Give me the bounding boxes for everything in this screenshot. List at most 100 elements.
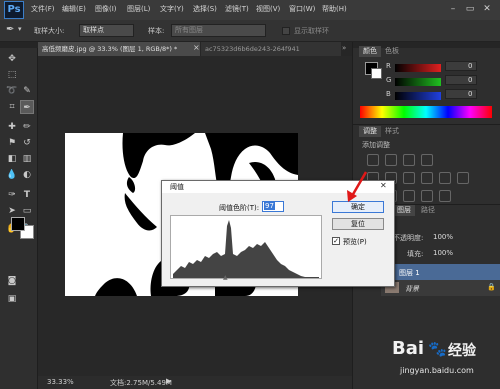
channel-b-slider[interactable]	[395, 92, 441, 100]
tabs-overflow-icon[interactable]: »	[342, 44, 346, 52]
levels-icon[interactable]	[385, 154, 397, 166]
eyedropper-icon[interactable]: ✒	[20, 100, 34, 114]
window-close-icon[interactable]: ✕	[481, 3, 493, 15]
opacity-label: 不透明度:	[393, 234, 424, 242]
lasso-icon[interactable]: ➰	[5, 84, 19, 98]
tab-close-icon[interactable]: ×	[193, 43, 200, 52]
channel-r-value: 0	[468, 62, 473, 70]
eraser-icon[interactable]: ◧	[5, 152, 19, 166]
exposure-icon[interactable]	[421, 154, 433, 166]
panel-divider	[353, 124, 500, 125]
histogram: ▲	[170, 215, 322, 281]
photoshop-logo: Ps	[4, 1, 24, 19]
marquee-icon[interactable]: ⬚	[5, 68, 19, 82]
show-ring-checkbox[interactable]	[282, 27, 290, 35]
channel-g-slider[interactable]	[395, 78, 441, 86]
minimize-icon[interactable]: –	[447, 3, 459, 15]
channel-g-label: G	[386, 76, 392, 84]
opacity-value[interactable]: 100%	[433, 233, 453, 241]
tab-inactive-document[interactable]: ac75323d6b6de243-264f941	[201, 42, 341, 56]
color-balance-icon[interactable]	[403, 172, 415, 184]
menu-help[interactable]: 帮助(H)	[322, 4, 347, 14]
shape-icon[interactable]: ▭	[20, 204, 34, 218]
channel-b-input[interactable]: 0	[445, 89, 477, 99]
quick-mask-icon[interactable]: ◙	[5, 274, 19, 288]
sample-select[interactable]: 所有图层	[171, 24, 266, 37]
tab-active-document[interactable]: 高低频磨皮.jpg @ 33.3% (图层 1, RGB/8*) *	[38, 42, 200, 56]
threshold-level-input[interactable]: 97	[262, 201, 284, 212]
curves-icon[interactable]	[403, 154, 415, 166]
photo-filter-icon[interactable]	[439, 172, 451, 184]
brightness-icon[interactable]	[367, 154, 379, 166]
channel-r-slider[interactable]	[395, 64, 441, 72]
tool-preset-arrow-icon[interactable]: ▾	[18, 25, 22, 33]
stamp-icon[interactable]: ⚑	[5, 136, 19, 150]
blur-icon[interactable]: 💧	[5, 168, 19, 182]
watermark-url: jingyan.baidu.com	[400, 366, 474, 375]
tab-swatches[interactable]: 色板	[381, 46, 403, 57]
screen-mode-icon[interactable]: ▣	[5, 292, 19, 306]
toolbar-grip[interactable]	[0, 42, 38, 48]
threshold-level-label: 阈值色阶(T):	[219, 204, 260, 212]
eyedropper-options-icon[interactable]: ✒	[6, 24, 14, 35]
menu-window[interactable]: 窗口(W)	[289, 4, 315, 14]
document-info: 文档:2.75M/5.49M	[110, 379, 172, 387]
tab-styles[interactable]: 样式	[381, 126, 403, 137]
crop-icon[interactable]: ⌗	[5, 100, 19, 114]
move-icon[interactable]: ✥	[5, 52, 19, 66]
foreground-color-swatch[interactable]	[11, 217, 25, 231]
zoom-level[interactable]: 33.33%	[47, 378, 74, 386]
type-icon[interactable]: T	[20, 188, 34, 202]
gradient-icon[interactable]: ▥	[20, 152, 34, 166]
fill-value[interactable]: 100%	[433, 249, 453, 257]
color-spectrum-bar[interactable]	[360, 106, 492, 118]
reset-button[interactable]: 复位	[332, 218, 384, 230]
menu-bar: Ps 文件(F) 编辑(E) 图像(I) 图层(L) 文字(Y) 选择(S) 滤…	[0, 0, 500, 20]
menu-filter[interactable]: 滤镜(T)	[225, 4, 249, 14]
menu-edit[interactable]: 编辑(E)	[62, 4, 86, 14]
adjustments-title: 添加调整	[362, 141, 390, 149]
paw-icon: 🐾	[428, 340, 447, 358]
histogram-graph	[173, 220, 319, 278]
quick-select-icon[interactable]: ✎	[20, 84, 34, 98]
show-ring-label: 显示取样环	[294, 27, 329, 35]
pen-icon[interactable]: ✑	[5, 188, 19, 202]
layer-row-selected[interactable]: 图层 1	[393, 264, 500, 280]
layer-row[interactable]: 背景 🔒	[381, 280, 500, 296]
history-brush-icon[interactable]: ↺	[20, 136, 34, 150]
menu-select[interactable]: 选择(S)	[193, 4, 217, 14]
tab-adjustments[interactable]: 调整	[359, 126, 381, 137]
color-background-swatch[interactable]	[371, 68, 382, 79]
preview-label: 预览(P)	[343, 238, 367, 246]
menu-type[interactable]: 文字(Y)	[160, 4, 184, 14]
preview-checkbox[interactable]: ✓	[332, 237, 340, 245]
tab-color[interactable]: 颜色	[359, 46, 381, 57]
menu-view[interactable]: 视图(V)	[256, 4, 280, 14]
tab-label-2: ac75323d6b6de243-264f941	[205, 45, 300, 53]
channel-r-input[interactable]: 0	[445, 61, 477, 71]
brush-icon[interactable]: ✏	[20, 120, 34, 134]
selective-color-icon[interactable]	[439, 190, 451, 202]
sample-value: 所有图层	[175, 26, 203, 34]
dodge-icon[interactable]: ◐	[20, 168, 34, 182]
channel-mixer-icon[interactable]	[457, 172, 469, 184]
menu-layer[interactable]: 图层(L)	[127, 4, 150, 14]
sample-size-select[interactable]: 取样点	[79, 24, 134, 37]
channel-r-label: R	[386, 62, 391, 70]
menu-file[interactable]: 文件(F)	[31, 4, 55, 14]
dialog-close-icon[interactable]: ✕	[380, 181, 387, 190]
channel-b-label: B	[386, 90, 391, 98]
threshold-icon[interactable]	[403, 190, 415, 202]
threshold-slider-icon[interactable]: ▲	[223, 274, 228, 281]
tab-layers[interactable]: 图层	[393, 205, 415, 216]
healing-icon[interactable]: ✚	[5, 120, 19, 134]
path-select-icon[interactable]: ➤	[5, 204, 19, 218]
black-white-icon[interactable]	[421, 172, 433, 184]
status-arrow-icon[interactable]: ▶	[166, 377, 171, 385]
restore-icon[interactable]: ▭	[464, 3, 476, 15]
options-bar: ✒ ▾ 取样大小: 取样点 样本: 所有图层 显示取样环	[0, 20, 500, 42]
channel-g-input[interactable]: 0	[445, 75, 477, 85]
tab-paths[interactable]: 路径	[417, 205, 439, 216]
gradient-map-icon[interactable]	[421, 190, 433, 202]
menu-image[interactable]: 图像(I)	[95, 4, 117, 14]
